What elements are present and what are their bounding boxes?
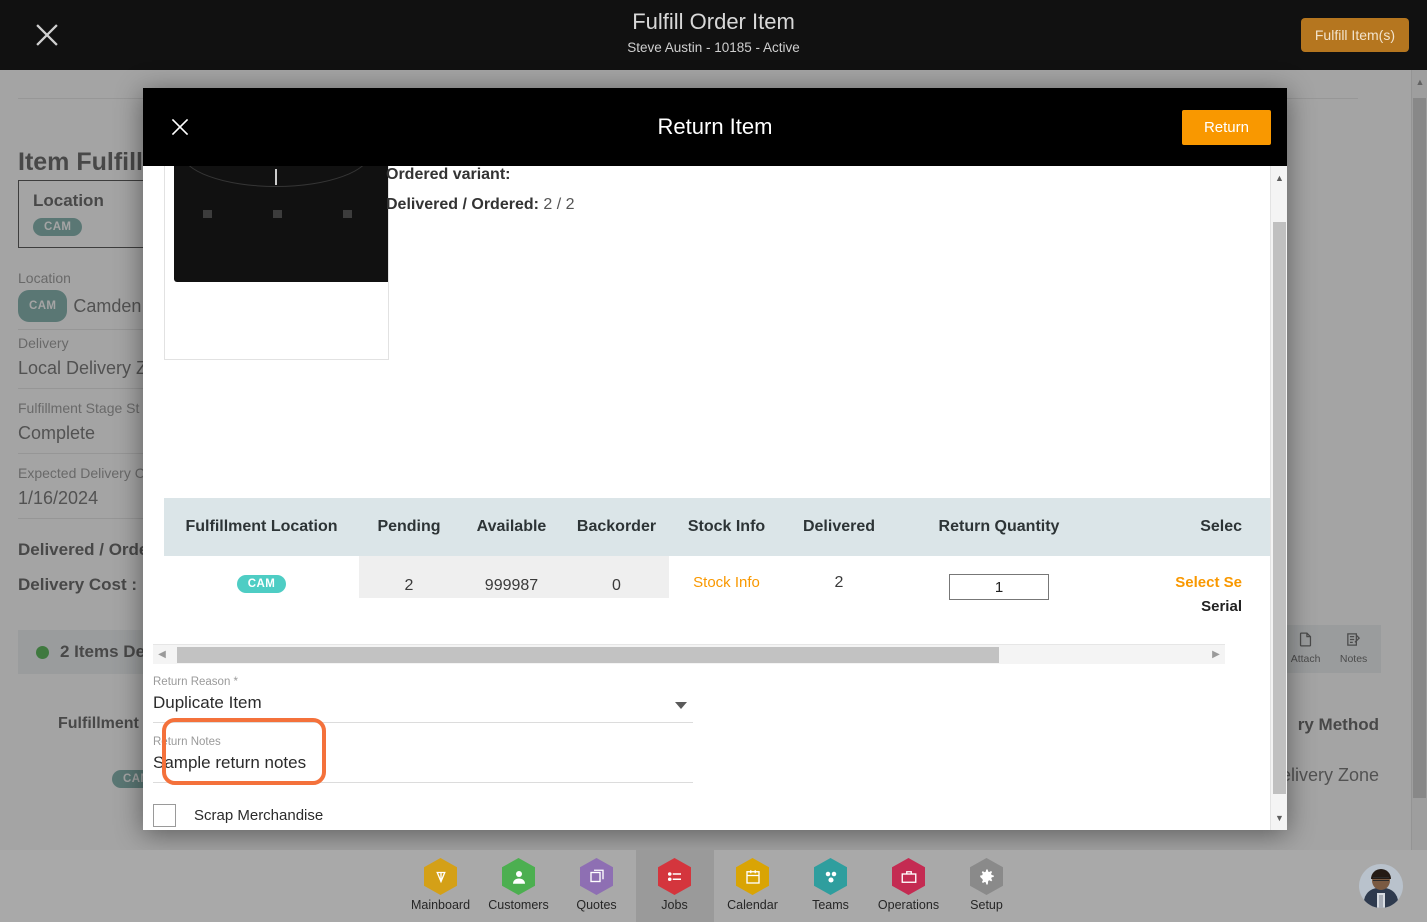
nav-label-operations: Operations [878, 898, 939, 912]
scrap-merchandise-row[interactable]: Scrap Merchandise [153, 804, 323, 827]
product-control-next [343, 210, 352, 218]
nav-item-calendar[interactable]: Calendar [714, 850, 792, 922]
modal-body: Ordered variant: Delivered / Ordered: 2 … [143, 166, 1287, 830]
nav-item-teams[interactable]: Teams [792, 850, 870, 922]
modal-scroll-content: Ordered variant: Delivered / Ordered: 2 … [143, 166, 1271, 830]
return-reason-label: Return Reason * [153, 676, 693, 688]
product-control-prev [203, 210, 212, 218]
column-delivered: Delivered [784, 518, 894, 536]
scroll-right-icon[interactable]: ▶ [1207, 645, 1225, 665]
column-pending: Pending [359, 518, 459, 536]
column-select-serial: Selec [1104, 518, 1244, 536]
return-button[interactable]: Return [1182, 110, 1271, 145]
nav-items: Mainboard Customers Quotes [402, 850, 1026, 922]
modal-scroll-up-icon[interactable]: ▲ [1271, 170, 1287, 186]
nav-item-operations[interactable]: Operations [870, 850, 948, 922]
cell-available: 999987 [459, 574, 564, 598]
nav-item-mainboard[interactable]: Mainboard [402, 850, 480, 922]
quotes-icon [580, 858, 613, 895]
column-available: Available [459, 518, 564, 536]
ordered-variant-label: Ordered variant: [386, 166, 510, 184]
mainboard-icon [424, 858, 457, 895]
nav-label-jobs: Jobs [661, 898, 687, 912]
cell-return-quantity [894, 574, 1104, 600]
nav-label-setup: Setup [970, 898, 1003, 912]
calendar-icon [736, 858, 769, 895]
table-horizontal-scrollbar[interactable]: ◀ ▶ [153, 644, 1225, 664]
modal-header: Return Item Return [143, 88, 1287, 166]
page-header-subtitle: Steve Austin - 10185 - Active [0, 40, 1427, 55]
delivered-ordered-label: Delivered / Ordered: [386, 196, 539, 213]
page-header-title: Fulfill Order Item [0, 8, 1427, 36]
bottom-navigation-bar: Mainboard Customers Quotes [0, 850, 1427, 922]
scroll-left-icon[interactable]: ◀ [153, 645, 171, 665]
briefcase-icon [892, 858, 925, 895]
return-notes-label: Return Notes [153, 736, 693, 748]
select-serial-link[interactable]: Select Se [1104, 574, 1242, 591]
product-image [164, 166, 389, 360]
chevron-down-icon[interactable] [675, 702, 687, 709]
teams-icon [814, 858, 847, 895]
nav-label-quotes: Quotes [576, 898, 616, 912]
delivered-ordered-row: Delivered / Ordered: 2 / 2 [386, 196, 575, 214]
modal-close-icon[interactable] [167, 114, 193, 140]
column-backorder: Backorder [564, 518, 669, 536]
modal-scrollbar-thumb[interactable] [1273, 222, 1286, 794]
return-notes-value[interactable]: Sample return notes [153, 748, 693, 783]
nav-item-customers[interactable]: Customers [480, 850, 558, 922]
stock-info-link[interactable]: Stock Info [693, 574, 760, 591]
table-header-row: Fulfillment Location Pending Available B… [164, 498, 1271, 556]
nav-item-jobs[interactable]: Jobs [636, 850, 714, 922]
cell-backorder: 0 [564, 574, 669, 598]
nav-label-mainboard: Mainboard [411, 898, 470, 912]
top-header-bar: Fulfill Order Item Steve Austin - 10185 … [0, 0, 1427, 70]
horizontal-scroll-thumb[interactable] [177, 647, 999, 663]
cell-pending: 2 [359, 574, 459, 598]
column-return-quantity: Return Quantity [894, 518, 1104, 536]
modal-vertical-scrollbar[interactable]: ▲ ▼ [1270, 166, 1287, 830]
nav-item-quotes[interactable]: Quotes [558, 850, 636, 922]
list-icon [658, 858, 691, 895]
product-status-tick [275, 169, 277, 185]
nav-label-calendar: Calendar [727, 898, 778, 912]
avatar-glasses [1373, 877, 1389, 881]
column-fulfillment-location: Fulfillment Location [164, 518, 359, 536]
nav-label-teams: Teams [812, 898, 849, 912]
column-stock-info: Stock Info [669, 518, 784, 536]
fulfill-items-button[interactable]: Fulfill Item(s) [1301, 18, 1409, 52]
nav-label-customers: Customers [488, 898, 548, 912]
avatar-tie [1379, 895, 1383, 908]
return-reason-value[interactable]: Duplicate Item [153, 688, 693, 723]
product-control-play [273, 210, 282, 218]
table-row: CAM 2 999987 0 Stock Info 2 Sel [164, 556, 1271, 652]
cell-delivered: 2 [784, 574, 894, 592]
scrap-merchandise-label: Scrap Merchandise [194, 807, 323, 824]
avatar[interactable] [1359, 864, 1403, 908]
scrap-merchandise-checkbox[interactable] [153, 804, 176, 827]
horizontal-scroll-track[interactable] [171, 645, 1207, 665]
return-items-table: Fulfillment Location Pending Available B… [164, 498, 1271, 652]
person-icon [502, 858, 535, 895]
return-item-modal: Return Item Return Ordered variant: Deli… [143, 88, 1287, 830]
delivered-ordered-value: 2 / 2 [543, 196, 574, 213]
nav-item-setup[interactable]: Setup [948, 850, 1026, 922]
top-header-text: Fulfill Order Item Steve Austin - 10185 … [0, 8, 1427, 55]
row-location-badge: CAM [237, 575, 286, 593]
modal-title: Return Item [143, 114, 1287, 140]
return-quantity-input[interactable] [949, 574, 1049, 600]
gear-icon [970, 858, 1003, 895]
cell-fulfillment-location: CAM [164, 574, 359, 593]
app-root: Item Fulfillm Location CAM Location CAMC… [0, 0, 1427, 922]
modal-scroll-down-icon[interactable]: ▼ [1271, 810, 1287, 826]
select-serial-sub: Serial [1104, 598, 1242, 615]
cell-stock-info: Stock Info [669, 574, 784, 592]
return-reason-field[interactable]: Return Reason * Duplicate Item [153, 676, 693, 723]
cell-select-serial: Select Se Serial [1104, 574, 1244, 615]
return-notes-field[interactable]: Return Notes Sample return notes [153, 736, 693, 783]
